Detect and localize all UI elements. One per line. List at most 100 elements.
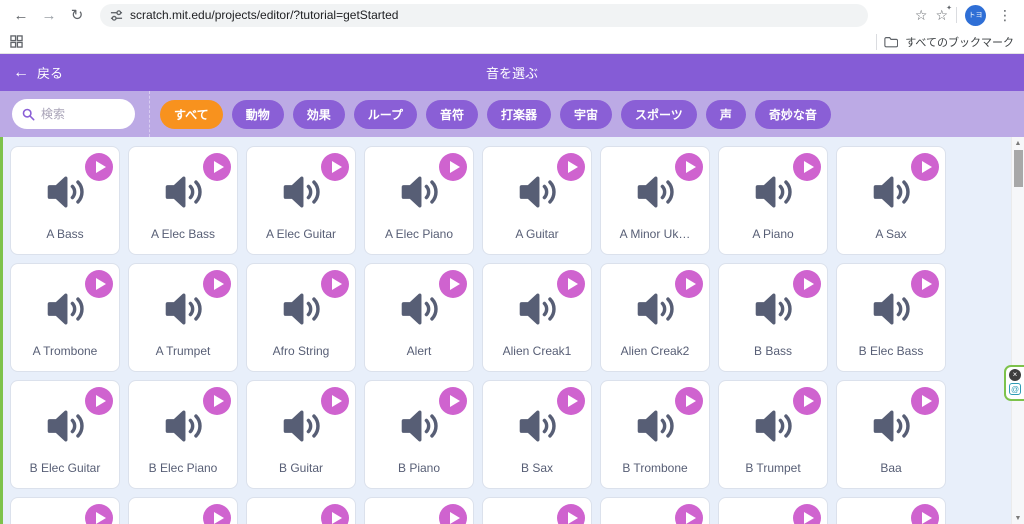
play-button[interactable] <box>911 387 939 415</box>
sound-card[interactable] <box>10 497 120 524</box>
sound-card[interactable] <box>718 497 828 524</box>
sound-card[interactable]: B Trombone <box>600 380 710 489</box>
search-input[interactable] <box>41 107 119 121</box>
at-icon[interactable]: @ <box>1009 383 1021 395</box>
sound-card[interactable]: B Elec Piano <box>128 380 238 489</box>
sound-card[interactable]: B Elec Guitar <box>10 380 120 489</box>
sound-card[interactable] <box>364 497 474 524</box>
sound-card[interactable]: A Bass <box>10 146 120 255</box>
profile-avatar[interactable]: トヨ <box>965 5 986 26</box>
play-button[interactable] <box>321 387 349 415</box>
sound-card[interactable]: Alien Creak1 <box>482 263 592 372</box>
play-button[interactable] <box>793 270 821 298</box>
sound-card[interactable]: B Piano <box>364 380 474 489</box>
speaker-icon <box>516 174 558 210</box>
play-button[interactable] <box>321 153 349 181</box>
sound-card[interactable]: B Bass <box>718 263 828 372</box>
play-button[interactable] <box>557 387 585 415</box>
apps-grid-icon[interactable] <box>10 35 23 48</box>
filter-pill[interactable]: ループ <box>354 100 417 129</box>
sound-card[interactable]: Alert <box>364 263 474 372</box>
filter-pill[interactable]: 奇妙な音 <box>755 100 831 129</box>
speaker-icon <box>752 291 794 327</box>
play-icon <box>332 512 342 524</box>
play-button[interactable] <box>675 270 703 298</box>
play-button[interactable] <box>85 504 113 524</box>
scrollbar-up-arrow[interactable]: ▲ <box>1012 137 1024 149</box>
sound-card[interactable]: A Elec Guitar <box>246 146 356 255</box>
play-button[interactable] <box>439 153 467 181</box>
filter-pill[interactable]: 宇宙 <box>560 100 612 129</box>
sound-card[interactable]: A Elec Bass <box>128 146 238 255</box>
play-button[interactable] <box>85 270 113 298</box>
sound-card[interactable] <box>246 497 356 524</box>
scrollbar[interactable]: ▲ ▼ <box>1011 137 1024 524</box>
refresh-icon[interactable]: ↻ <box>64 2 90 28</box>
sound-card[interactable]: A Piano <box>718 146 828 255</box>
play-button[interactable] <box>793 387 821 415</box>
forward-icon[interactable]: → <box>36 2 62 28</box>
filter-pill[interactable]: 効果 <box>293 100 345 129</box>
filter-pill[interactable]: 打楽器 <box>487 100 551 129</box>
sound-label: B Bass <box>719 344 827 358</box>
address-bar[interactable]: scratch.mit.edu/projects/editor/?tutoria… <box>100 4 868 27</box>
filter-pill[interactable]: 動物 <box>232 100 284 129</box>
sound-card[interactable]: A Sax <box>836 146 946 255</box>
play-icon <box>686 395 696 407</box>
sound-card[interactable]: Baa <box>836 380 946 489</box>
bookmarks-list-star-icon[interactable]: ☆✦ <box>935 7 948 24</box>
search-box[interactable] <box>12 99 135 129</box>
play-button[interactable] <box>321 504 349 524</box>
play-button[interactable] <box>439 270 467 298</box>
scrollbar-thumb[interactable] <box>1014 150 1023 187</box>
scrollbar-down-arrow[interactable]: ▼ <box>1012 512 1024 524</box>
play-button[interactable] <box>557 153 585 181</box>
sound-card[interactable]: Alien Creak2 <box>600 263 710 372</box>
menu-kebab-icon[interactable]: ⋮ <box>994 7 1016 24</box>
play-button[interactable] <box>911 504 939 524</box>
play-button[interactable] <box>911 153 939 181</box>
play-button[interactable] <box>793 153 821 181</box>
back-icon[interactable]: ← <box>8 2 34 28</box>
play-button[interactable] <box>203 270 231 298</box>
play-button[interactable] <box>675 504 703 524</box>
play-button[interactable] <box>203 504 231 524</box>
sound-card[interactable]: A Elec Piano <box>364 146 474 255</box>
sound-card[interactable]: Afro String <box>246 263 356 372</box>
sound-card[interactable]: B Guitar <box>246 380 356 489</box>
play-button[interactable] <box>321 270 349 298</box>
sound-card[interactable]: A Trumpet <box>128 263 238 372</box>
close-icon[interactable]: × <box>1009 369 1021 381</box>
sound-card[interactable]: B Sax <box>482 380 592 489</box>
play-button[interactable] <box>439 387 467 415</box>
play-button[interactable] <box>203 153 231 181</box>
filter-pill[interactable]: すべて <box>160 100 223 129</box>
play-button[interactable] <box>675 387 703 415</box>
back-button[interactable]: ← 戻る <box>13 63 63 82</box>
play-button[interactable] <box>439 504 467 524</box>
sound-card[interactable] <box>482 497 592 524</box>
play-button[interactable] <box>85 387 113 415</box>
play-icon <box>686 161 696 173</box>
sound-card[interactable]: A Guitar <box>482 146 592 255</box>
sound-card[interactable] <box>836 497 946 524</box>
play-button[interactable] <box>557 270 585 298</box>
play-button[interactable] <box>557 504 585 524</box>
sound-card[interactable] <box>600 497 710 524</box>
sound-card[interactable]: A Trombone <box>10 263 120 372</box>
sound-card[interactable]: A Minor Uk… <box>600 146 710 255</box>
filter-pill[interactable]: 声 <box>706 100 746 129</box>
play-button[interactable] <box>793 504 821 524</box>
filter-pill[interactable]: 音符 <box>426 100 478 129</box>
sound-card[interactable]: B Elec Bass <box>836 263 946 372</box>
play-button[interactable] <box>85 153 113 181</box>
play-button[interactable] <box>203 387 231 415</box>
play-button[interactable] <box>675 153 703 181</box>
bookmarks-bar: すべてのブックマーク <box>0 30 1024 54</box>
sound-card[interactable]: B Trumpet <box>718 380 828 489</box>
filter-pill[interactable]: スポーツ <box>621 100 697 129</box>
play-button[interactable] <box>911 270 939 298</box>
bookmark-star-icon[interactable]: ☆ <box>915 7 928 24</box>
sound-card[interactable] <box>128 497 238 524</box>
all-bookmarks-button[interactable]: すべてのブックマーク <box>876 34 1014 50</box>
